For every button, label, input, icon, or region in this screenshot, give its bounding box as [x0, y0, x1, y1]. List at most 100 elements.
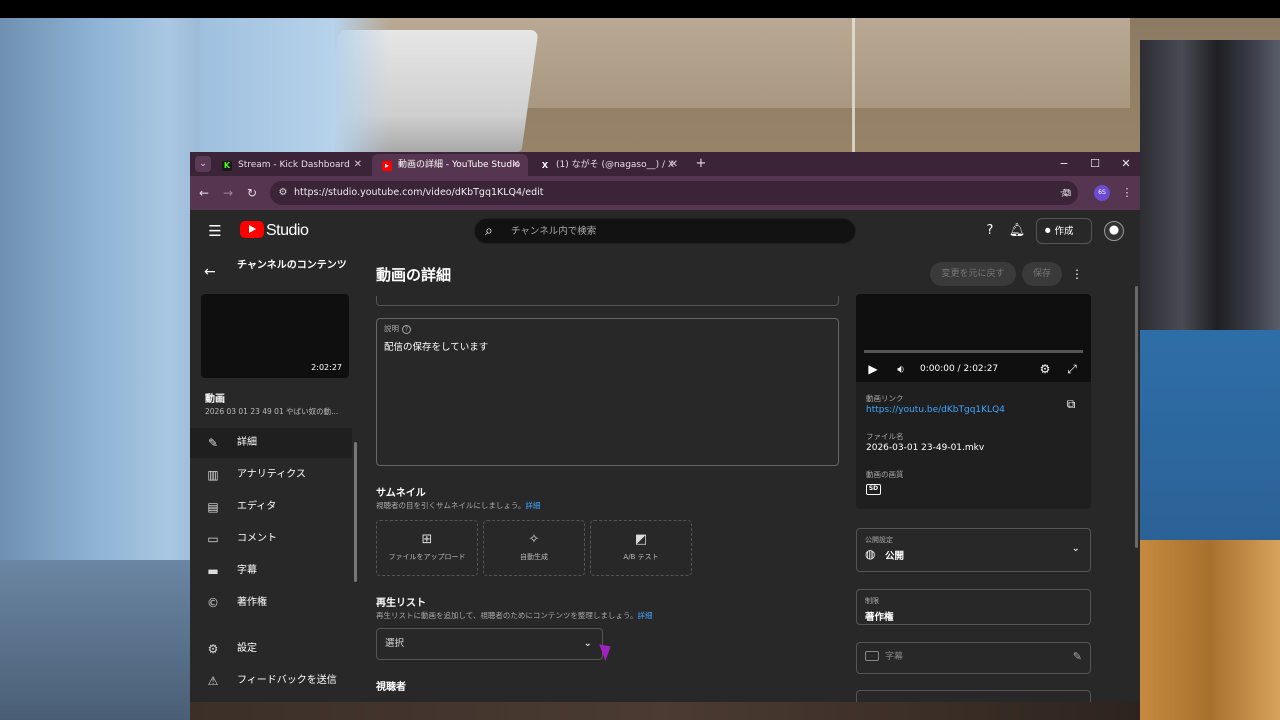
thumbnail-subtitle: 視聴者の目を引くサムネイルにしましょう。詳細: [376, 500, 540, 511]
tab-kick-dashboard[interactable]: K Stream - Kick Dashboard ✕: [212, 154, 370, 176]
video-preview-card: ▶ 🔉︎ 0:00:00 / 2:02:27 ⚙ ⤢ 動画リンク https:/…: [856, 294, 1091, 509]
progress-bar[interactable]: [864, 350, 1083, 353]
globe-icon: ◍: [865, 547, 876, 561]
close-icon[interactable]: ✕: [512, 154, 520, 176]
studio-logo[interactable]: Studio: [240, 220, 309, 242]
back-arrow-icon[interactable]: ←: [204, 264, 220, 280]
minimize-icon[interactable]: −: [1056, 156, 1072, 172]
sidebar-item-settings[interactable]: ⚙ 設定: [190, 634, 352, 664]
video-thumbnail[interactable]: 2:02:27: [201, 294, 349, 378]
sidebar-scrollbar[interactable]: [354, 442, 357, 582]
visibility-value: 公開: [885, 551, 905, 562]
help-icon[interactable]: ?: [981, 222, 999, 240]
restrictions-field[interactable]: 制限 著作権: [856, 589, 1091, 625]
floor: [190, 700, 1140, 720]
site-info-icon[interactable]: ⚙: [276, 186, 290, 200]
sidebar-item-comments[interactable]: ▭ コメント: [190, 524, 352, 554]
new-tab-button[interactable]: +: [694, 155, 708, 173]
tab-search-button[interactable]: ⌄: [195, 156, 211, 172]
tab-label: 動画の詳細 - YouTube Studio: [398, 160, 521, 170]
fullscreen-icon[interactable]: ⤢: [1063, 360, 1081, 378]
channel-search[interactable]: ⌕: [474, 218, 856, 244]
thumbnail-option-label: 自動生成: [520, 553, 548, 561]
forward-arrow-icon[interactable]: →: [220, 185, 236, 201]
extensions-icon[interactable]: ⧉: [1059, 185, 1075, 201]
reload-icon[interactable]: ↻: [244, 185, 260, 201]
description-value[interactable]: 配信の保存をしています: [384, 339, 488, 353]
sidebar-item-label: エディタ: [237, 501, 277, 512]
main-scrollbar[interactable]: [1135, 286, 1138, 548]
video-link[interactable]: https://youtu.be/dKbTgq1KLQ4: [866, 405, 1005, 415]
save-button[interactable]: 保存: [1022, 262, 1062, 286]
tab-youtube-studio[interactable]: ▸ 動画の詳細 - YouTube Studio ✕: [372, 154, 528, 176]
hanging-clothes: [1140, 40, 1280, 360]
hamburger-menu-icon[interactable]: ☰: [206, 223, 224, 239]
playlist-learn-more-link[interactable]: 詳細: [637, 611, 652, 620]
sidebar-video-title: 2026 03 01 23 49 01 やばい奴の動...: [205, 407, 339, 416]
window-close-icon[interactable]: ✕: [1118, 156, 1134, 172]
masthead: ☰ Studio ⌕ ? 🔔︎ ⏺作成: [190, 210, 1140, 252]
auto-generate-thumbnail-button[interactable]: ✧ 自動生成: [483, 520, 585, 576]
playback-time: 0:00:00 / 2:02:27: [920, 364, 999, 374]
sidebar-item-label: 設定: [237, 643, 257, 654]
undo-changes-button[interactable]: 変更を元に戻す: [930, 262, 1016, 286]
help-icon[interactable]: ?: [402, 325, 411, 334]
restrictions-value: 著作権: [865, 612, 894, 623]
subtitles-icon: [865, 651, 879, 661]
visibility-dropdown[interactable]: 公開設定 ◍ 公開 ⌄: [856, 528, 1091, 572]
volume-icon[interactable]: 🔉︎: [892, 360, 910, 378]
sidebar-item-subtitles[interactable]: ▬ 字幕: [190, 556, 352, 586]
subtitles-field[interactable]: 字幕 ✎: [856, 642, 1091, 674]
url-text[interactable]: https://studio.youtube.com/video/dKbTgq1…: [294, 181, 544, 205]
upload-thumbnail-button[interactable]: ⊞ ファイルをアップロード: [376, 520, 478, 576]
sidebar-item-label: 字幕: [237, 565, 257, 576]
create-button[interactable]: ⏺ 作成: [1036, 218, 1092, 244]
youtube-studio-app: ☰ Studio ⌕ ? 🔔︎ ⏺作成 ← チャンネルのコンテンツ 2:02:2…: [190, 210, 1140, 702]
sidebar-item-editor[interactable]: ▤ エディタ: [190, 492, 352, 522]
tab-strip: ⌄ K Stream - Kick Dashboard ✕ ▸ 動画の詳細 - Yo…: [190, 152, 1140, 176]
play-icon[interactable]: ▶: [864, 360, 882, 378]
filename-label: ファイル名: [866, 432, 904, 441]
ceiling-light-line: [852, 18, 855, 158]
close-icon[interactable]: ✕: [354, 154, 362, 176]
sidebar-item-details[interactable]: ✎ 詳細: [190, 428, 352, 458]
page-title: 動画の詳細: [376, 266, 452, 284]
chevron-down-icon: ⌄: [583, 638, 592, 649]
thumbnail-learn-more-link[interactable]: 詳細: [525, 501, 540, 510]
title-field-bottom[interactable]: [376, 296, 839, 306]
sidebar-item-analytics[interactable]: ▥ アナリティクス: [190, 460, 352, 490]
thumbnail-subtitle-text: 視聴者の目を引くサムネイルにしましょう。: [376, 501, 526, 510]
browser-menu-icon[interactable]: ⋮: [1119, 185, 1135, 201]
settings-gear-icon[interactable]: ⚙: [1036, 360, 1054, 378]
image-upload-icon: ⊞: [421, 532, 433, 547]
tab-label: Stream - Kick Dashboard: [238, 160, 350, 170]
chevron-down-icon: ⌄: [1071, 543, 1080, 554]
video-player[interactable]: ▶ 🔉︎ 0:00:00 / 2:02:27 ⚙ ⤢: [856, 294, 1091, 382]
sidebar-item-feedback[interactable]: ⚠ フィードバックを送信: [190, 666, 352, 696]
pencil-icon[interactable]: ✎: [1073, 650, 1082, 663]
description-field[interactable]: 説明? 配信の保存をしています: [376, 318, 839, 466]
copy-icon[interactable]: ⧉: [1063, 396, 1079, 412]
sidebar-video-heading: 動画: [205, 394, 225, 405]
thumbnail-option-label: A/B テスト: [623, 553, 659, 561]
profile-avatar[interactable]: 6S: [1094, 185, 1110, 201]
quality-label: 動画の画質: [866, 470, 904, 479]
omnibox[interactable]: ⚙ https://studio.youtube.com/video/dKbTg…: [270, 181, 1078, 205]
more-options-icon[interactable]: ⋮: [1070, 265, 1084, 283]
bell-icon[interactable]: 🔔︎: [1008, 222, 1026, 240]
close-icon[interactable]: ✕: [670, 154, 678, 176]
next-field-partial[interactable]: [856, 690, 1091, 702]
tab-x-profile[interactable]: X (1) ながそ (@nagaso__) / X ✕: [530, 154, 686, 176]
maximize-icon[interactable]: ☐: [1087, 156, 1103, 172]
search-input[interactable]: [511, 219, 841, 243]
pencil-icon: ✎: [207, 436, 219, 450]
curtain-top: [200, 18, 390, 152]
curtain-bottom: [0, 560, 190, 720]
subtitles-label: 字幕: [885, 652, 904, 662]
playlist-select[interactable]: 選択 ⌄: [376, 628, 603, 660]
analytics-icon: ▥: [207, 468, 219, 482]
back-arrow-icon[interactable]: ←: [196, 185, 212, 201]
account-avatar[interactable]: [1104, 221, 1124, 241]
ab-test-thumbnail-button[interactable]: ◩ A/B テスト: [590, 520, 692, 576]
sidebar-item-copyright[interactable]: © 著作権: [190, 588, 352, 618]
